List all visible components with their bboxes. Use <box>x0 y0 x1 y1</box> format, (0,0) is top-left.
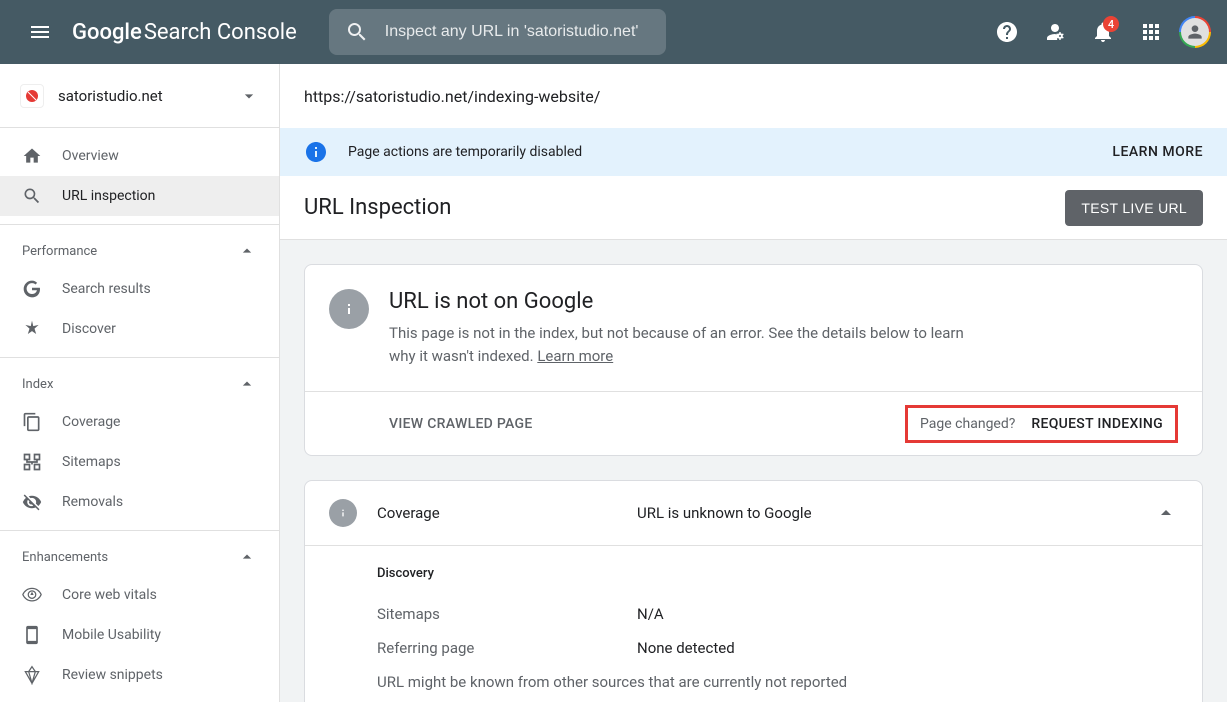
sidebar-section-index[interactable]: Index <box>0 357 279 402</box>
dropdown-icon <box>239 86 259 106</box>
coverage-value: URL is unknown to Google <box>637 504 1134 522</box>
sidebar-item-url-inspection[interactable]: URL inspection <box>0 176 279 216</box>
sidebar-item-review-snippets[interactable]: Review snippets <box>0 655 279 695</box>
url-inspect-searchbox[interactable] <box>329 9 666 55</box>
menu-icon[interactable] <box>16 8 64 56</box>
google-g-icon <box>22 279 42 299</box>
sitemap-icon <box>22 452 42 472</box>
notification-badge: 4 <box>1103 16 1119 32</box>
search-icon <box>345 20 369 44</box>
chevron-up-icon <box>1154 501 1178 525</box>
search-input[interactable] <box>385 23 650 41</box>
coverage-row: Referring page None detected <box>377 631 1178 665</box>
asterisk-icon <box>22 319 42 339</box>
property-favicon <box>20 84 44 108</box>
banner-text: Page actions are temporarily disabled <box>348 144 1092 160</box>
sidebar-item-overview[interactable]: Overview <box>0 136 279 176</box>
banner-learn-more[interactable]: LEARN MORE <box>1112 144 1203 160</box>
sidebar-item-label: Sitemaps <box>62 454 121 470</box>
coverage-label: Coverage <box>377 504 617 522</box>
chevron-up-icon <box>237 374 257 394</box>
status-title: URL is not on Google <box>389 289 989 314</box>
coverage-card: Coverage URL is unknown to Google Discov… <box>304 480 1203 702</box>
sidebar-section-enhancements[interactable]: Enhancements <box>0 530 279 575</box>
page-header: URL Inspection TEST LIVE URL <box>280 176 1227 240</box>
property-name: satoristudio.net <box>58 87 225 105</box>
sidebar-item-label: Overview <box>62 148 119 164</box>
property-selector[interactable]: satoristudio.net <box>0 64 279 128</box>
learn-more-link[interactable]: Learn more <box>537 347 613 365</box>
sidebar-item-core-vitals[interactable]: Core web vitals <box>0 575 279 615</box>
notifications-icon[interactable]: 4 <box>1083 12 1123 52</box>
help-icon[interactable] <box>987 12 1027 52</box>
pages-icon <box>22 412 42 432</box>
sidebar-item-discover[interactable]: Discover <box>0 309 279 349</box>
inspected-url[interactable]: https://satoristudio.net/indexing-websit… <box>280 64 1227 128</box>
sidebar-item-mobile-usability[interactable]: Mobile Usability <box>0 615 279 655</box>
view-crawled-page-button[interactable]: VIEW CRAWLED PAGE <box>389 416 533 432</box>
coverage-row: Sitemaps N/A <box>377 597 1178 631</box>
manage-users-icon[interactable] <box>1035 12 1075 52</box>
phone-icon <box>22 625 42 645</box>
account-avatar[interactable] <box>1179 16 1211 48</box>
sidebar-item-label: Removals <box>62 494 123 510</box>
coverage-header[interactable]: Coverage URL is unknown to Google <box>305 481 1202 545</box>
chevron-up-icon <box>237 241 257 261</box>
info-status-icon <box>329 499 357 527</box>
diamond-icon <box>22 665 42 685</box>
sidebar-item-coverage[interactable]: Coverage <box>0 402 279 442</box>
info-icon <box>304 140 328 164</box>
sidebar-item-sitemaps[interactable]: Sitemaps <box>0 442 279 482</box>
sidebar-item-removals[interactable]: Removals <box>0 482 279 522</box>
sidebar-item-label: URL inspection <box>62 188 155 204</box>
request-indexing-highlight: Page changed? REQUEST INDEXING <box>905 405 1178 443</box>
sidebar-section-performance[interactable]: Performance <box>0 224 279 269</box>
discovery-heading: Discovery <box>377 566 1178 581</box>
app-header: Google Search Console 4 <box>0 0 1227 64</box>
sidebar-item-label: Discover <box>62 321 116 337</box>
status-description: This page is not in the index, but not b… <box>389 322 989 367</box>
sidebar-item-label: Search results <box>62 281 151 297</box>
sidebar-item-label: Mobile Usability <box>62 627 161 643</box>
speed-icon <box>22 585 42 605</box>
page-title: URL Inspection <box>304 195 1065 220</box>
search-icon <box>22 186 42 206</box>
apps-icon[interactable] <box>1131 12 1171 52</box>
visibility-off-icon <box>22 492 42 512</box>
url-status-card: URL is not on Google This page is not in… <box>304 264 1203 456</box>
page-changed-label: Page changed? <box>920 416 1015 432</box>
info-banner: Page actions are temporarily disabled LE… <box>280 128 1227 176</box>
request-indexing-button[interactable]: REQUEST INDEXING <box>1031 416 1163 432</box>
sidebar-item-label: Core web vitals <box>62 587 157 603</box>
info-status-icon <box>329 289 369 329</box>
sidebar-item-search-results[interactable]: Search results <box>0 269 279 309</box>
sidebar-item-label: Coverage <box>62 414 120 430</box>
home-icon <box>22 146 42 166</box>
sidebar: satoristudio.net Overview URL inspection… <box>0 64 280 702</box>
sidebar-item-label: Review snippets <box>62 667 163 683</box>
test-live-url-button[interactable]: TEST LIVE URL <box>1065 190 1203 226</box>
coverage-note: URL might be known from other sources th… <box>377 665 1178 691</box>
product-logo[interactable]: Google Search Console <box>72 20 297 45</box>
chevron-up-icon <box>237 547 257 567</box>
